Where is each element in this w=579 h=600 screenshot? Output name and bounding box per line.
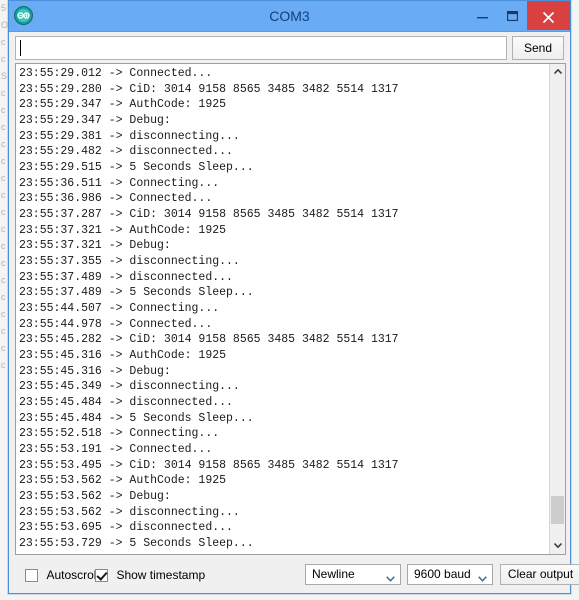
- chevron-down-icon: [478, 571, 487, 585]
- log-line: 23:55:29.347 -> AuthCode: 1925: [19, 98, 227, 112]
- show-timestamp-checkbox-box[interactable]: [95, 569, 108, 582]
- baud-rate-value: 9600 baud: [414, 567, 471, 581]
- log-line: 23:55:29.482 -> disconnected...: [19, 145, 233, 159]
- log-line: 23:55:36.511 -> Connecting...: [19, 176, 220, 190]
- chevron-down-icon: [386, 571, 395, 585]
- line-ending-select[interactable]: Newline: [305, 564, 401, 585]
- log-line: 23:55:53.562 -> disconnecting...: [19, 505, 240, 519]
- log-line: 23:55:53.562 -> Debug:: [19, 490, 171, 504]
- log-line: 23:55:29.515 -> 5 Seconds Sleep...: [19, 161, 254, 175]
- send-row: Send: [9, 32, 570, 64]
- close-icon: [542, 11, 555, 24]
- minimize-button[interactable]: [467, 1, 497, 30]
- log-line: 23:55:44.978 -> Connected...: [19, 317, 213, 331]
- log-line: 23:55:44.507 -> Connecting...: [19, 302, 220, 316]
- command-input[interactable]: [15, 36, 507, 60]
- log-line: 23:55:29.280 -> CiD: 3014 9158 8565 3485…: [19, 82, 399, 96]
- log-line: 23:55:53.191 -> Connected...: [19, 443, 213, 457]
- text-caret: [20, 40, 21, 56]
- scrollbar-thumb[interactable]: [551, 496, 564, 524]
- log-line: 23:55:37.355 -> disconnecting...: [19, 255, 240, 269]
- log-line: 23:55:45.316 -> Debug:: [19, 364, 171, 378]
- bottom-toolbar: Autoscroll Show timestamp Newline 9600 b…: [9, 557, 579, 593]
- log-line: 23:55:29.347 -> Debug:: [19, 114, 171, 128]
- log-line-list: 23:55:29.012 -> Connected... 23:55:29.280…: [16, 64, 548, 552]
- autoscroll-label: Autoscroll: [46, 568, 100, 582]
- maximize-button[interactable]: [497, 1, 527, 30]
- log-line: 23:55:52.518 -> Connecting...: [19, 427, 220, 441]
- log-line: 23:55:45.349 -> disconnecting...: [19, 380, 240, 394]
- log-line: 23:55:37.489 -> disconnected...: [19, 270, 233, 284]
- log-line: 23:55:37.489 -> 5 Seconds Sleep...: [19, 286, 254, 300]
- log-line: 23:55:45.316 -> AuthCode: 1925: [19, 349, 227, 363]
- serial-output-log[interactable]: 23:55:29.012 -> Connected... 23:55:29.280…: [15, 63, 566, 555]
- scroll-down-button[interactable]: [550, 538, 565, 554]
- log-line: 23:55:53.495 -> CiD: 3014 9158 8565 3485…: [19, 458, 399, 472]
- scroll-up-button[interactable]: [550, 64, 565, 80]
- show-timestamp-checkbox[interactable]: Show timestamp: [95, 566, 205, 582]
- log-line: 23:55:36.986 -> Connected...: [19, 192, 213, 206]
- log-line: 23:55:37.287 -> CiD: 3014 9158 8565 3485…: [19, 208, 399, 222]
- log-line: 23:55:53.729 -> 5 Seconds Sleep...: [19, 537, 254, 551]
- minimize-icon: [476, 17, 488, 19]
- log-line: 23:55:53.695 -> disconnected...: [19, 521, 233, 535]
- close-button[interactable]: [527, 1, 570, 30]
- log-line: 23:55:29.012 -> Connected...: [19, 67, 213, 80]
- autoscroll-checkbox[interactable]: Autoscroll: [25, 566, 99, 582]
- log-line: 23:55:29.381 -> disconnecting...: [19, 129, 240, 143]
- log-line: 23:55:45.484 -> 5 Seconds Sleep...: [19, 411, 254, 425]
- maximize-icon: [506, 11, 518, 21]
- show-timestamp-label: Show timestamp: [116, 568, 206, 582]
- log-scrollbar[interactable]: [549, 64, 565, 554]
- clear-output-button[interactable]: Clear output: [500, 564, 579, 585]
- log-line: 23:55:37.321 -> Debug:: [19, 239, 171, 253]
- log-line: 23:55:45.282 -> CiD: 3014 9158 8565 3485…: [19, 333, 399, 347]
- log-line: 23:55:53.562 -> AuthCode: 1925: [19, 474, 227, 488]
- log-line: 23:55:37.321 -> AuthCode: 1925: [19, 223, 227, 237]
- log-line: 23:55:45.484 -> disconnected...: [19, 396, 233, 410]
- baud-rate-select[interactable]: 9600 baud: [407, 564, 493, 585]
- send-button[interactable]: Send: [512, 36, 564, 60]
- autoscroll-checkbox-box[interactable]: [25, 569, 38, 582]
- line-ending-value: Newline: [312, 567, 355, 581]
- title-bar: COM3: [9, 1, 570, 32]
- chevron-up-icon: [553, 69, 562, 74]
- serial-monitor-window: COM3 Send 23:55:29.012 -> Connected... 23…: [8, 0, 579, 594]
- chevron-down-icon: [553, 543, 562, 548]
